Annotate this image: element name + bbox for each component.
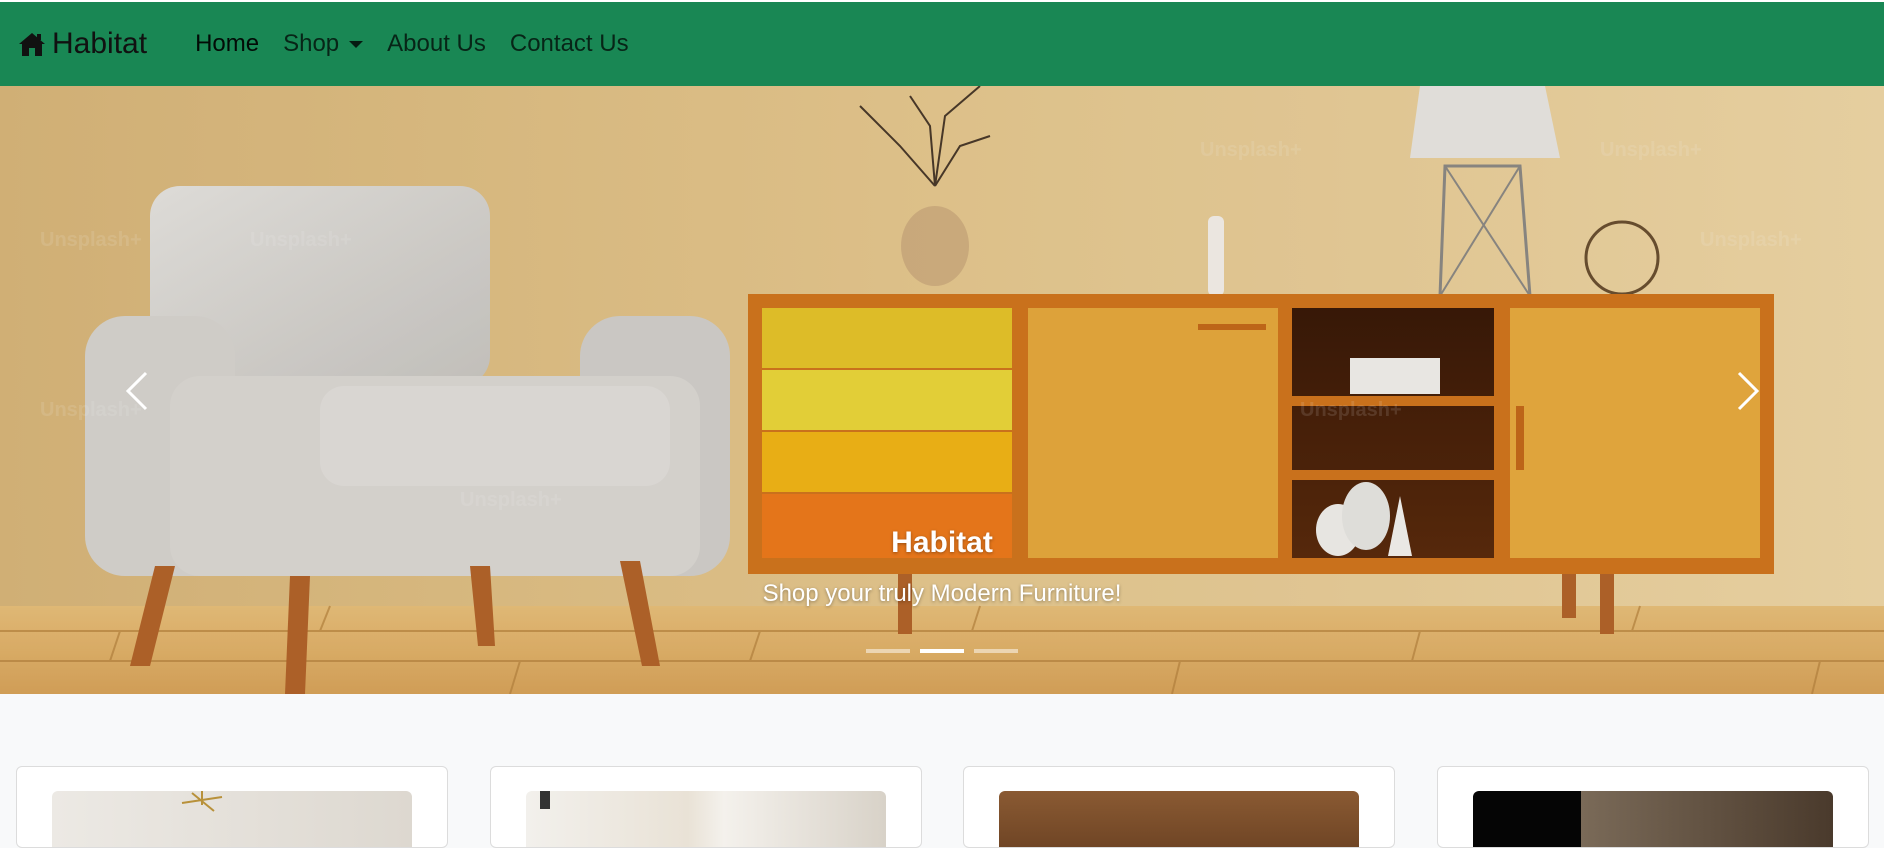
navbar: Habitat Home Shop About Us Contact Us [0,2,1884,86]
chandelier-icon [181,791,223,812]
nav-contact-link[interactable]: Contact Us [498,30,641,58]
carousel-indicator-2[interactable] [920,649,964,653]
chevron-left-icon [125,371,148,411]
brand-name: Habitat [52,27,148,60]
nav-menu: Home Shop About Us Contact Us [183,30,641,58]
product-card-1[interactable] [16,766,448,848]
chevron-right-icon [1737,371,1760,411]
carousel-caption-title: Habitat [891,526,993,559]
carousel-indicators [866,649,1018,653]
card-image-4 [1473,791,1833,847]
pendant-lamp-icon [540,791,550,809]
carousel-next-button[interactable] [1708,336,1788,446]
product-card-4[interactable] [1437,766,1869,848]
product-card-2[interactable] [490,766,922,848]
nav-about-link[interactable]: About Us [375,30,498,58]
product-card-3[interactable] [963,766,1395,848]
nav-shop-dropdown[interactable]: Shop [271,30,375,58]
nav-home-link[interactable]: Home [183,30,271,58]
hero-carousel: Unsplash+ Unsplash+ Unsplash+ Unsplash+ Un… [0,86,1884,694]
brand-link[interactable]: Habitat [18,27,147,61]
carousel-caption-text: Shop your truly Modern Furniture! [762,580,1122,607]
caret-down-icon [349,40,364,48]
carousel-indicator-1[interactable] [866,649,910,653]
card-image-2 [526,791,886,847]
card-image-3 [999,791,1359,847]
carousel-indicator-3[interactable] [974,649,1018,653]
nav-shop-label: Shop [283,30,340,57]
card-image-1 [52,791,412,847]
home-icon [19,33,45,56]
carousel-prev-button[interactable] [97,336,177,446]
